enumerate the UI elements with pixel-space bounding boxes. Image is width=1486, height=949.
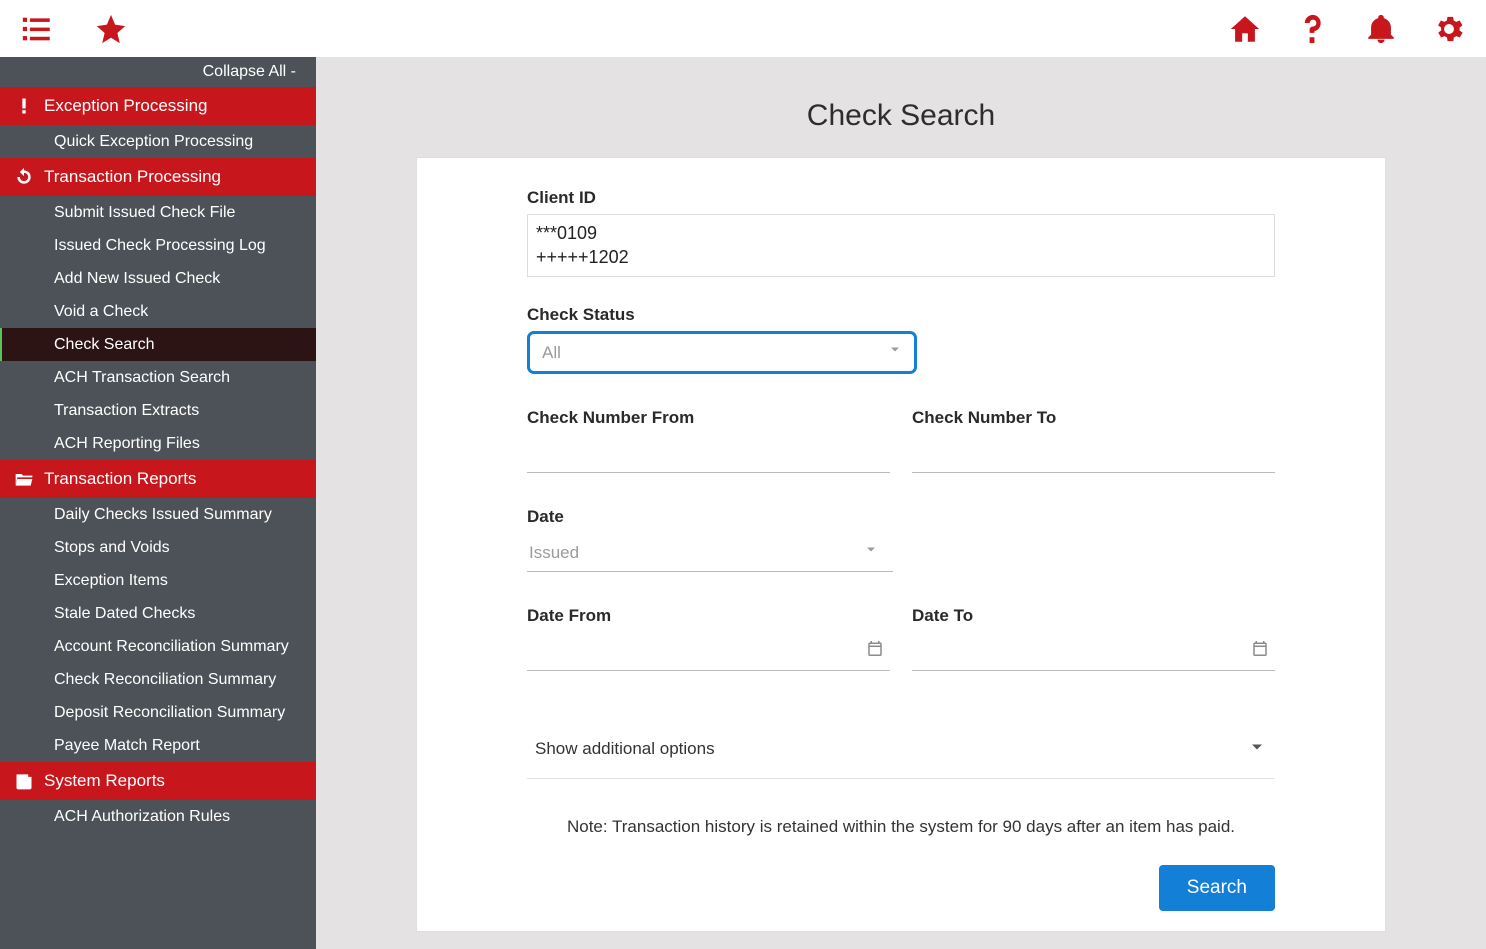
sidebar-item-void-a-check[interactable]: Void a Check (0, 295, 316, 328)
date-type-select[interactable]: Issued (527, 533, 893, 572)
sidebar-item-ach-authorization-rules[interactable]: ACH Authorization Rules (0, 800, 316, 833)
sidebar-item-transaction-extracts[interactable]: Transaction Extracts (0, 394, 316, 427)
sidebar-item-label: Deposit Reconciliation Summary (54, 704, 285, 722)
sidebar-section-label: Transaction Processing (44, 167, 221, 187)
sidebar-item-account-reconciliation-summary[interactable]: Account Reconciliation Summary (0, 630, 316, 663)
check-number-from-label: Check Number From (527, 408, 890, 428)
sidebar-item-stops-and-voids[interactable]: Stops and Voids (0, 531, 316, 564)
sidebar-section-label: Transaction Reports (44, 469, 196, 489)
sidebar-item-label: ACH Transaction Search (54, 369, 230, 387)
help-icon[interactable] (1296, 12, 1330, 46)
sidebar-item-label: Daily Checks Issued Summary (54, 506, 272, 524)
sidebar-section-transaction-processing[interactable]: Transaction Processing (0, 158, 316, 196)
sidebar-item-label: Quick Exception Processing (54, 133, 253, 151)
client-id-label: Client ID (527, 188, 1275, 208)
chevron-down-icon (1247, 737, 1267, 762)
bell-icon[interactable] (1364, 12, 1398, 46)
menu-icon[interactable] (20, 12, 54, 46)
check-status-select-wrap: All (527, 331, 917, 374)
date-type-value: Issued (529, 543, 579, 562)
sidebar-item-label: ACH Authorization Rules (54, 808, 230, 826)
search-button-label: Search (1187, 877, 1247, 898)
sidebar-item-label: Submit Issued Check File (54, 204, 235, 222)
show-additional-options[interactable]: Show additional options (527, 719, 1275, 779)
sidebar-item-ach-reporting-files[interactable]: ACH Reporting Files (0, 427, 316, 460)
sidebar-item-add-new-issued-check[interactable]: Add New Issued Check (0, 262, 316, 295)
sidebar-section-transaction-reports[interactable]: Transaction Reports (0, 460, 316, 498)
sidebar-section-exception-processing[interactable]: Exception Processing (0, 87, 316, 125)
collapse-all[interactable]: Collapse All - (0, 57, 316, 87)
additional-label: Show additional options (535, 739, 715, 759)
refresh-icon (14, 167, 34, 187)
sidebar-item-label: Stale Dated Checks (54, 605, 195, 623)
sidebar-item-daily-checks-issued-summary[interactable]: Daily Checks Issued Summary (0, 498, 316, 531)
check-number-from-input[interactable] (527, 434, 890, 473)
client-id-listbox[interactable]: ***0109 +++++1202 (527, 214, 1275, 277)
sidebar-item-deposit-reconciliation-summary[interactable]: Deposit Reconciliation Summary (0, 696, 316, 729)
sidebar-item-issued-check-processing-log[interactable]: Issued Check Processing Log (0, 229, 316, 262)
check-status-select[interactable]: All (527, 331, 917, 374)
search-button[interactable]: Search (1159, 865, 1275, 911)
sidebar: Collapse All - Exception Processing Quic… (0, 57, 316, 949)
sidebar-item-exception-items[interactable]: Exception Items (0, 564, 316, 597)
sidebar-item-submit-issued-check-file[interactable]: Submit Issued Check File (0, 196, 316, 229)
search-card: Client ID ***0109 +++++1202 Check Status… (416, 157, 1386, 932)
chevron-down-icon (863, 541, 879, 562)
client-id-option[interactable]: +++++1202 (536, 245, 1266, 269)
sidebar-item-label: Account Reconciliation Summary (54, 638, 289, 656)
gear-icon[interactable] (1432, 12, 1466, 46)
sidebar-item-check-reconciliation-summary[interactable]: Check Reconciliation Summary (0, 663, 316, 696)
check-number-to-label: Check Number To (912, 408, 1275, 428)
sidebar-item-stale-dated-checks[interactable]: Stale Dated Checks (0, 597, 316, 630)
sidebar-item-label: Check Search (54, 336, 155, 354)
sidebar-item-payee-match-report[interactable]: Payee Match Report (0, 729, 316, 762)
retention-note: Note: Transaction history is retained wi… (527, 817, 1275, 837)
sidebar-item-label: Stops and Voids (54, 539, 170, 557)
sidebar-item-label: Transaction Extracts (54, 402, 199, 420)
star-icon[interactable] (94, 12, 128, 46)
sidebar-item-quick-exception-processing[interactable]: Quick Exception Processing (0, 125, 316, 158)
newspaper-icon (14, 771, 34, 791)
topbar (0, 0, 1486, 57)
sidebar-item-label: Exception Items (54, 572, 168, 590)
main: Check Search Client ID ***0109 +++++1202… (316, 57, 1486, 949)
sidebar-section-system-reports[interactable]: System Reports (0, 762, 316, 800)
date-to-input[interactable] (912, 632, 1275, 671)
check-number-to-input[interactable] (912, 434, 1275, 473)
sidebar-item-label: Void a Check (54, 303, 148, 321)
calendar-icon[interactable] (866, 640, 884, 663)
sidebar-section-label: Exception Processing (44, 96, 207, 116)
date-from-label: Date From (527, 606, 890, 626)
sidebar-item-label: Issued Check Processing Log (54, 237, 266, 255)
date-from-input[interactable] (527, 632, 890, 671)
date-to-label: Date To (912, 606, 1275, 626)
check-status-label: Check Status (527, 305, 1275, 325)
client-id-option[interactable]: ***0109 (536, 221, 1266, 245)
calendar-icon[interactable] (1251, 640, 1269, 663)
page-title: Check Search (807, 57, 995, 157)
collapse-all-label: Collapse All - (203, 63, 296, 81)
date-type-label: Date (527, 507, 1275, 527)
sidebar-item-label: Payee Match Report (54, 737, 200, 755)
sidebar-item-label: Add New Issued Check (54, 270, 220, 288)
sidebar-section-label: System Reports (44, 771, 165, 791)
exclamation-icon (14, 96, 34, 116)
sidebar-item-ach-transaction-search[interactable]: ACH Transaction Search (0, 361, 316, 394)
sidebar-item-label: Check Reconciliation Summary (54, 671, 276, 689)
home-icon[interactable] (1228, 12, 1262, 46)
sidebar-item-check-search[interactable]: Check Search (0, 328, 316, 361)
folder-open-icon (14, 469, 34, 489)
sidebar-item-label: ACH Reporting Files (54, 435, 200, 453)
